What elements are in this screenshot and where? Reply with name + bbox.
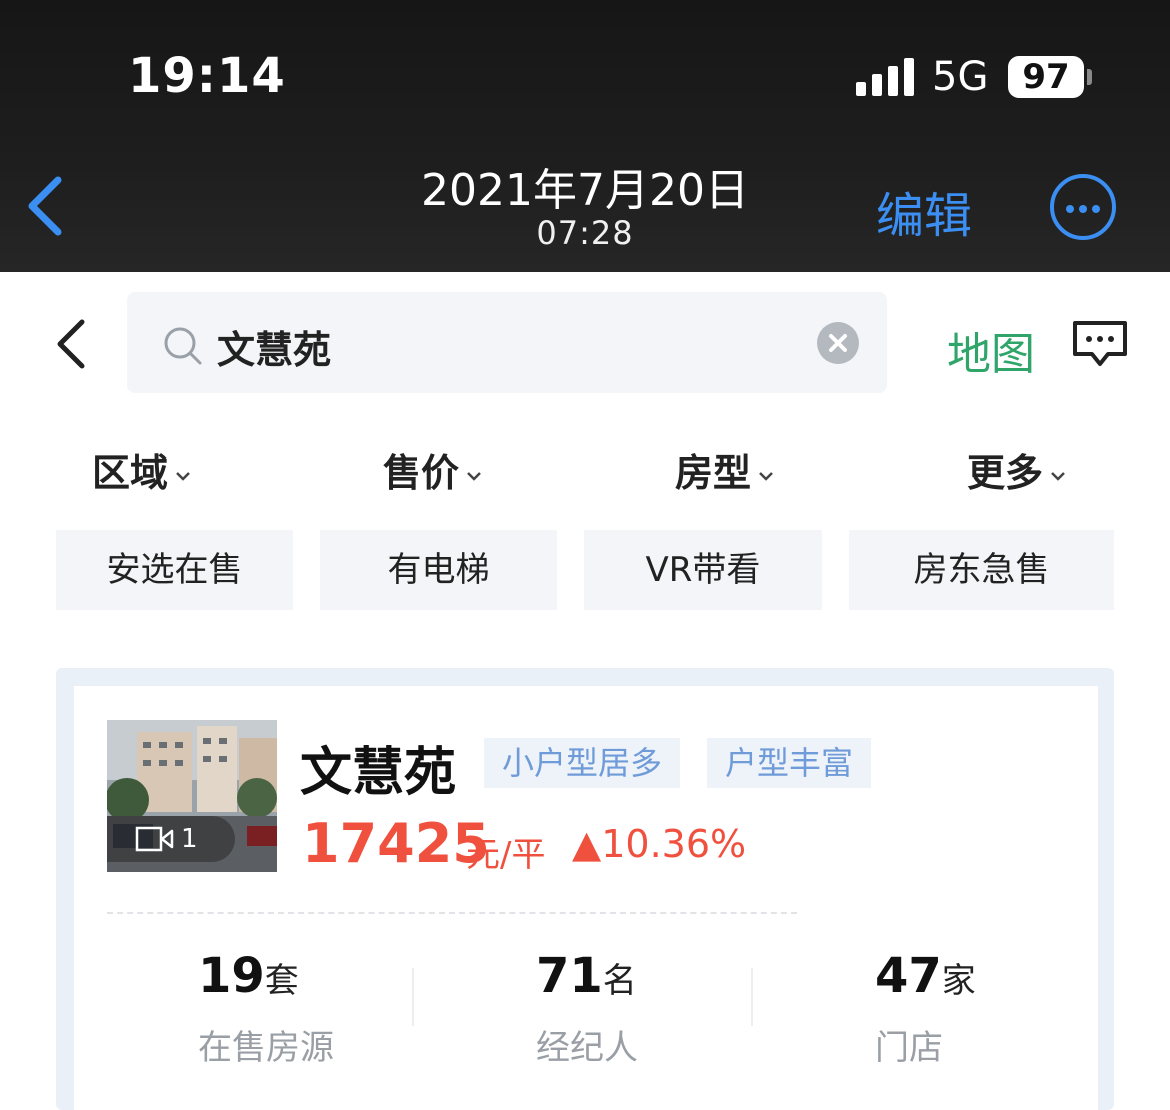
feature-tag: 小户型居多 <box>484 738 681 788</box>
stat-stores[interactable]: 47家 <box>875 948 976 1004</box>
search-icon <box>164 327 202 365</box>
stat-agents[interactable]: 71名 <box>536 948 637 1004</box>
divider <box>412 968 414 1026</box>
price-unit: 元/平 <box>466 835 546 875</box>
photo-time: 07:28 <box>536 214 634 252</box>
map-button[interactable]: 地图 <box>947 318 1035 382</box>
stat-listings[interactable]: 19套 <box>198 948 299 1004</box>
photo-date: 2021年7月20日 <box>421 165 749 216</box>
filter-layout[interactable]: 房型 <box>675 442 775 497</box>
chevron-down-icon <box>176 471 190 481</box>
feature-tag: 户型丰富 <box>707 738 872 788</box>
community-photo[interactable]: 1 <box>107 720 277 872</box>
average-price: 17425 <box>302 812 490 875</box>
tag-anxuan[interactable]: 安选在售 <box>56 530 293 610</box>
clear-icon[interactable] <box>817 322 859 364</box>
photo-viewer-header: 19:14 5G 97 2021年7月20日 07:28 编辑 <box>0 0 1170 272</box>
filter-more[interactable]: 更多 <box>967 442 1067 497</box>
search-query: 文慧苑 <box>217 328 332 372</box>
signal-icon <box>856 58 914 96</box>
stat-listings-label: 在售房源 <box>198 1028 334 1068</box>
video-count: 1 <box>181 824 198 854</box>
video-camera-icon <box>135 826 174 852</box>
divider <box>751 968 753 1026</box>
battery-tip <box>1087 69 1092 85</box>
tag-vr[interactable]: VR带看 <box>584 530 822 610</box>
stat-agents-label: 经纪人 <box>536 1028 638 1068</box>
divider <box>107 912 797 914</box>
edit-button[interactable]: 编辑 <box>876 176 972 246</box>
price-change: ▲10.36% <box>572 822 747 866</box>
status-time: 19:14 <box>128 48 286 104</box>
message-icon[interactable] <box>1072 320 1128 368</box>
chevron-down-icon <box>1051 471 1065 481</box>
tag-elevator[interactable]: 有电梯 <box>320 530 557 610</box>
chevron-down-icon <box>759 471 773 481</box>
filter-price[interactable]: 售价 <box>383 442 483 497</box>
video-badge: 1 <box>107 816 235 862</box>
back-arrow-icon[interactable] <box>52 318 92 370</box>
search-input[interactable]: 文慧苑 <box>127 292 887 393</box>
community-name[interactable]: 文慧苑 <box>300 730 456 805</box>
battery-icon: 97 <box>1008 56 1084 98</box>
network-type: 5G <box>932 54 989 100</box>
tag-urgent-sale[interactable]: 房东急售 <box>849 530 1114 610</box>
chevron-down-icon <box>467 471 481 481</box>
filter-region[interactable]: 区域 <box>92 442 192 497</box>
more-options-icon[interactable] <box>1050 174 1116 240</box>
stat-stores-label: 门店 <box>875 1028 943 1068</box>
